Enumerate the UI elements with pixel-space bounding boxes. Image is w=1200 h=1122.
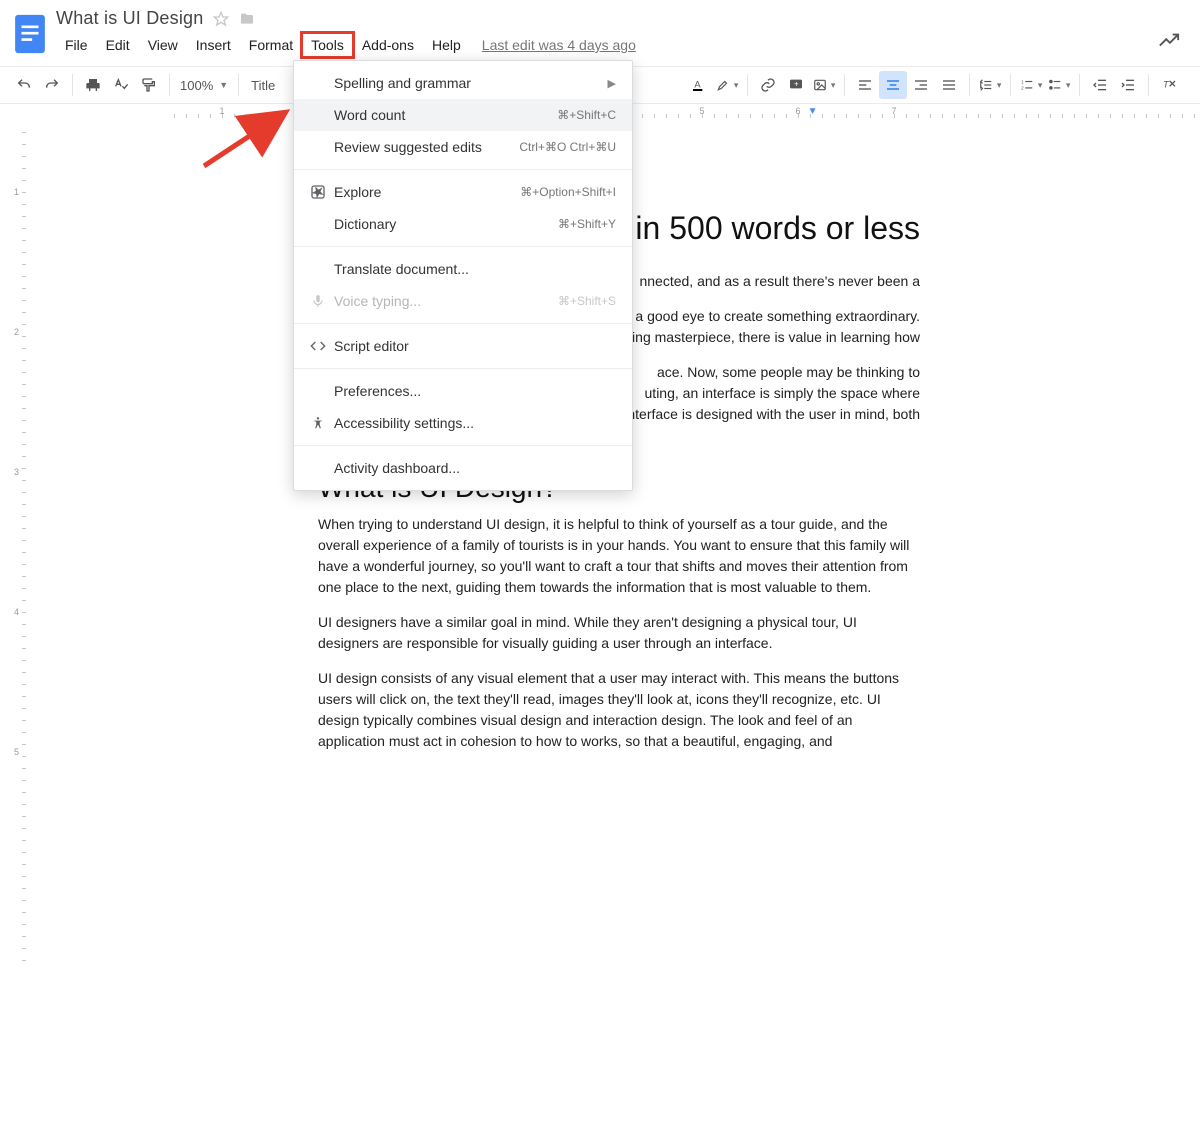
align-right-button[interactable]	[907, 71, 935, 99]
doc-paragraph[interactable]: UI design consists of any visual element…	[318, 668, 920, 752]
menu-view[interactable]: View	[139, 33, 187, 57]
tools-menu-item[interactable]: Activity dashboard...	[294, 452, 632, 484]
tools-menu-item[interactable]: Translate document...	[294, 253, 632, 285]
svg-text:A: A	[695, 80, 702, 90]
tools-menu-item[interactable]: Spelling and grammar▶	[294, 67, 632, 99]
insert-comment-button[interactable]: +	[782, 71, 810, 99]
insert-image-button[interactable]	[810, 71, 838, 99]
svg-text:T: T	[1163, 80, 1170, 90]
bulleted-list-button[interactable]	[1045, 71, 1073, 99]
tools-menu-item[interactable]: Preferences...	[294, 375, 632, 407]
app-header: What is UI Design File Edit View Insert …	[0, 0, 1200, 60]
tools-dropdown-menu: Spelling and grammar▶Word count⌘+Shift+C…	[293, 60, 633, 491]
menu-item-label: Activity dashboard...	[330, 460, 616, 476]
paint-format-button[interactable]	[135, 71, 163, 99]
increase-indent-button[interactable]	[1114, 71, 1142, 99]
menu-item-label: Dictionary	[330, 216, 558, 232]
last-edit-link[interactable]: Last edit was 4 days ago	[482, 37, 636, 53]
align-center-button[interactable]	[879, 71, 907, 99]
svg-text:+: +	[794, 79, 799, 88]
code-icon	[306, 338, 330, 354]
svg-text:2: 2	[1021, 86, 1024, 91]
align-justify-button[interactable]	[935, 71, 963, 99]
undo-button[interactable]	[10, 71, 38, 99]
text-color-button[interactable]: A	[685, 71, 713, 99]
menu-item-label: Accessibility settings...	[330, 415, 616, 431]
star-icon[interactable]	[213, 11, 229, 27]
menu-item-label: Voice typing...	[330, 293, 558, 309]
menu-item-label: Explore	[330, 184, 520, 200]
line-spacing-button[interactable]	[976, 71, 1004, 99]
tools-menu-item[interactable]: Word count⌘+Shift+C	[294, 99, 632, 131]
numbered-list-button[interactable]: 12	[1017, 71, 1045, 99]
menu-item-label: Word count	[330, 107, 557, 123]
print-button[interactable]	[79, 71, 107, 99]
zoom-select[interactable]: 100%▼	[176, 78, 232, 93]
mic-icon	[306, 294, 330, 308]
doc-paragraph[interactable]: When trying to understand UI design, it …	[318, 514, 920, 598]
menu-tools[interactable]: Tools	[302, 33, 353, 57]
tools-menu-item[interactable]: Explore⌘+Option+Shift+I	[294, 176, 632, 208]
svg-text:1: 1	[1021, 79, 1024, 84]
highlight-color-button[interactable]	[713, 71, 741, 99]
explore-icon	[306, 184, 330, 200]
accessibility-icon	[306, 416, 330, 430]
tools-menu-item[interactable]: Accessibility settings...	[294, 407, 632, 439]
document-title[interactable]: What is UI Design	[56, 8, 203, 29]
insert-link-button[interactable]	[754, 71, 782, 99]
menu-item-shortcut: ⌘+Shift+S	[558, 294, 616, 308]
menu-edit[interactable]: Edit	[97, 33, 139, 57]
vertical-ruler[interactable]: 12345	[0, 122, 38, 815]
tools-menu-item[interactable]: Review suggested editsCtrl+⌘O Ctrl+⌘U	[294, 131, 632, 163]
spellcheck-button[interactable]	[107, 71, 135, 99]
align-left-button[interactable]	[851, 71, 879, 99]
menu-item-label: Script editor	[330, 338, 616, 354]
docs-logo-icon[interactable]	[10, 8, 50, 60]
menu-item-label: Spelling and grammar	[330, 75, 608, 91]
menu-item-shortcut: ⌘+Shift+Y	[558, 217, 616, 231]
menu-file[interactable]: File	[56, 33, 97, 57]
menu-format[interactable]: Format	[240, 33, 302, 57]
redo-button[interactable]	[38, 71, 66, 99]
menu-bar: File Edit View Insert Format Tools Add-o…	[56, 33, 1190, 57]
menu-item-shortcut: Ctrl+⌘O Ctrl+⌘U	[519, 140, 616, 154]
menu-addons[interactable]: Add-ons	[353, 33, 423, 57]
menu-item-label: Preferences...	[330, 383, 616, 399]
decrease-indent-button[interactable]	[1086, 71, 1114, 99]
move-folder-icon[interactable]	[239, 11, 255, 27]
submenu-arrow-icon: ▶	[608, 77, 616, 90]
activity-trend-icon[interactable]	[1158, 30, 1180, 57]
clear-formatting-button[interactable]: T	[1155, 71, 1183, 99]
menu-insert[interactable]: Insert	[187, 33, 240, 57]
doc-paragraph[interactable]: UI designers have a similar goal in mind…	[318, 612, 920, 654]
menu-item-label: Review suggested edits	[330, 139, 519, 155]
menu-item-shortcut: ⌘+Option+Shift+I	[520, 185, 616, 199]
tools-menu-item: Voice typing...⌘+Shift+S	[294, 285, 632, 317]
menu-item-shortcut: ⌘+Shift+C	[557, 108, 616, 122]
tools-menu-item[interactable]: Script editor	[294, 330, 632, 362]
menu-help[interactable]: Help	[423, 33, 470, 57]
tools-menu-item[interactable]: Dictionary⌘+Shift+Y	[294, 208, 632, 240]
menu-item-label: Translate document...	[330, 261, 616, 277]
